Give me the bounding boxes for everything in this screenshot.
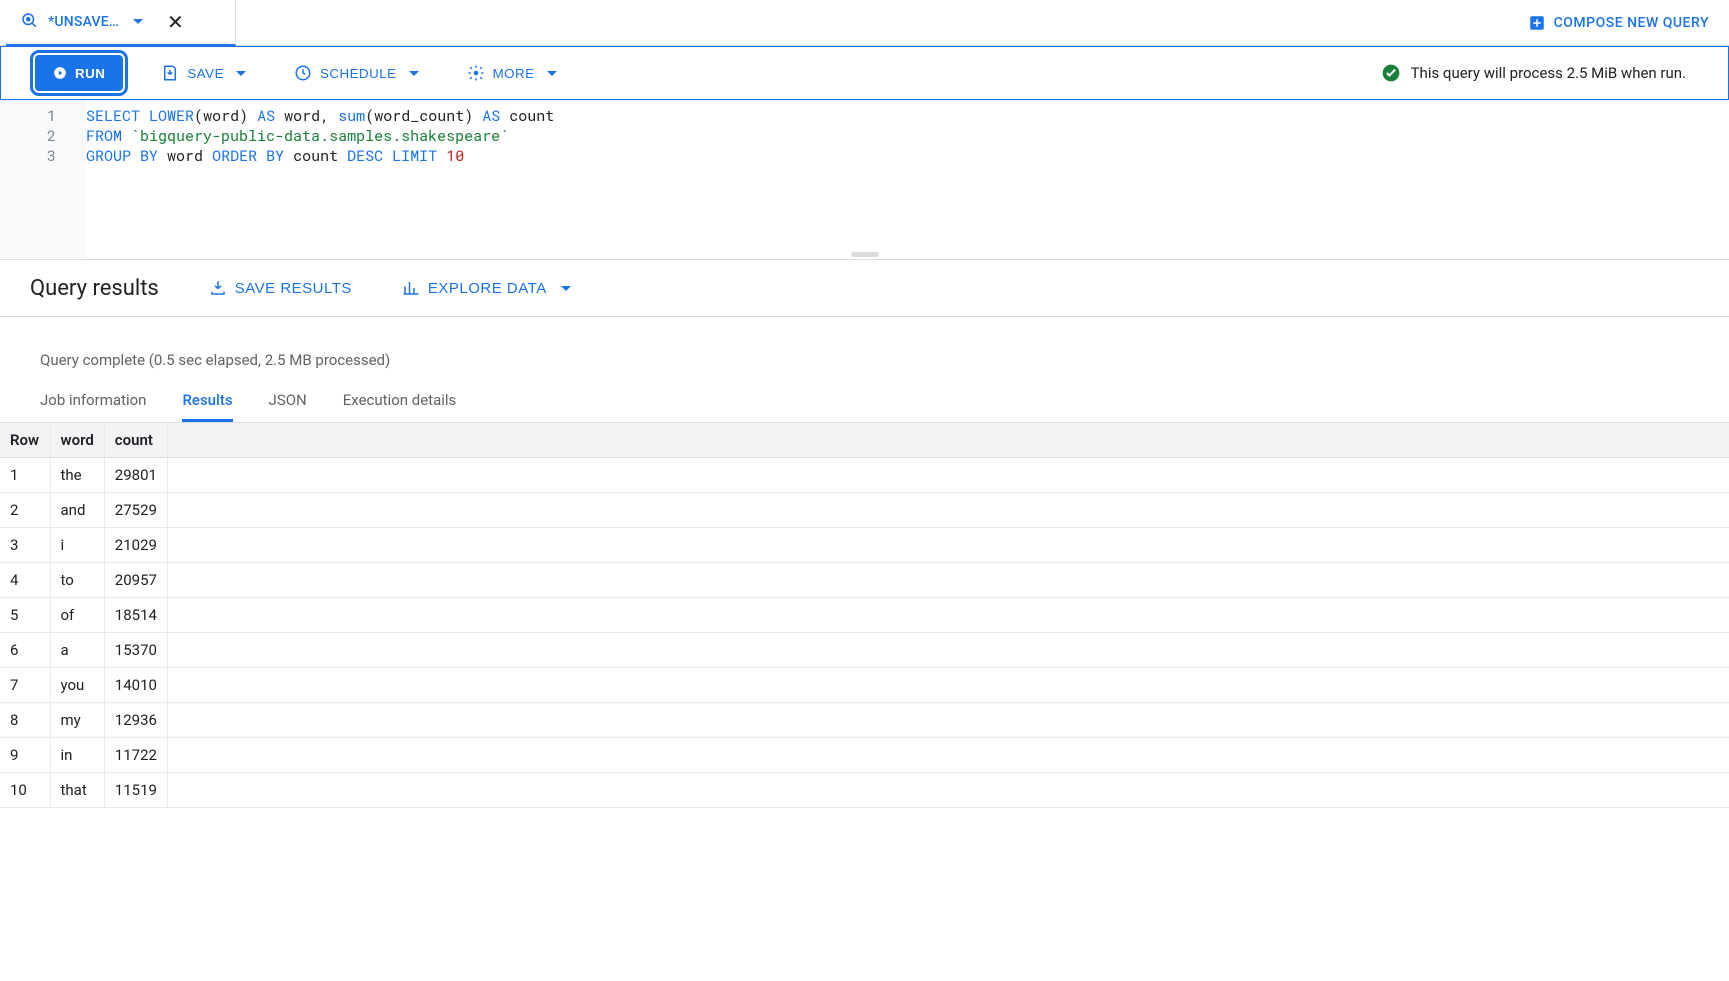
table-row: 5of18514: [0, 598, 1729, 633]
col-count[interactable]: count: [104, 423, 167, 458]
tab-results[interactable]: Results: [182, 381, 232, 422]
table-row: 7you14010: [0, 668, 1729, 703]
query-tab[interactable]: *UNSAVE… ✕: [6, 0, 236, 46]
cell-word: a: [50, 633, 104, 668]
explore-data-label: EXPLORE DATA: [428, 280, 547, 297]
clock-icon: [294, 64, 312, 82]
status-text: This query will process 2.5 MiB when run…: [1411, 64, 1686, 82]
result-tabs: Job information Results JSON Execution d…: [0, 381, 1729, 423]
schedule-button[interactable]: SCHEDULE: [284, 55, 429, 91]
cell-word: you: [50, 668, 104, 703]
table-row: 9in11722: [0, 738, 1729, 773]
table-row: 3i21029: [0, 528, 1729, 563]
cell-count: 21029: [104, 528, 167, 563]
more-label: MORE: [493, 66, 535, 81]
cell-row: 8: [0, 703, 50, 738]
schedule-label: SCHEDULE: [320, 66, 397, 81]
play-icon: [53, 66, 67, 80]
sql-editor[interactable]: 123 SELECT LOWER(word) AS word, sum(word…: [0, 100, 1729, 260]
tab-title: *UNSAVE…: [48, 14, 119, 30]
line-gutter: 123: [0, 100, 86, 259]
cell-word: to: [50, 563, 104, 598]
cell-word: i: [50, 528, 104, 563]
cell-row: 6: [0, 633, 50, 668]
cell-row: 4: [0, 563, 50, 598]
query-cost-status: This query will process 2.5 MiB when run…: [1381, 63, 1694, 83]
check-circle-icon: [1381, 63, 1401, 83]
table-header-row: Row word count: [0, 423, 1729, 458]
col-row[interactable]: Row: [0, 423, 50, 458]
cell-word: and: [50, 493, 104, 528]
query-toolbar: RUN SAVE SCHEDULE MORE This query will p…: [0, 46, 1729, 100]
cell-row: 3: [0, 528, 50, 563]
cell-row: 2: [0, 493, 50, 528]
table-row: 10that11519: [0, 773, 1729, 808]
cell-word: in: [50, 738, 104, 773]
tab-json[interactable]: JSON: [269, 381, 307, 422]
save-icon: [161, 64, 179, 82]
cell-word: that: [50, 773, 104, 808]
table-row: 8my12936: [0, 703, 1729, 738]
download-icon: [209, 279, 227, 297]
code-area[interactable]: SELECT LOWER(word) AS word, sum(word_cou…: [86, 100, 554, 259]
gear-icon: [467, 64, 485, 82]
run-button[interactable]: RUN: [35, 55, 123, 91]
compose-label: COMPOSE NEW QUERY: [1554, 15, 1709, 31]
query-icon: [20, 11, 38, 33]
explore-data-button[interactable]: EXPLORE DATA: [402, 279, 571, 297]
save-results-button[interactable]: SAVE RESULTS: [209, 279, 352, 297]
table-row: 2and27529: [0, 493, 1729, 528]
chart-icon: [402, 279, 420, 297]
plus-icon: [1528, 14, 1546, 32]
cell-count: 12936: [104, 703, 167, 738]
run-label: RUN: [75, 66, 105, 81]
cell-word: my: [50, 703, 104, 738]
cell-row: 9: [0, 738, 50, 773]
compose-query-button[interactable]: COMPOSE NEW QUERY: [1508, 0, 1729, 46]
chevron-down-icon: [236, 71, 246, 76]
chevron-down-icon: [409, 71, 419, 76]
cell-row: 10: [0, 773, 50, 808]
chevron-down-icon: [547, 71, 557, 76]
cell-count: 18514: [104, 598, 167, 633]
cell-row: 5: [0, 598, 50, 633]
table-row: 6a15370: [0, 633, 1729, 668]
cell-row: 7: [0, 668, 50, 703]
more-button[interactable]: MORE: [457, 55, 567, 91]
table-row: 4to20957: [0, 563, 1729, 598]
table-row: 1the29801: [0, 458, 1729, 493]
tab-execution-details[interactable]: Execution details: [343, 381, 457, 422]
cell-count: 14010: [104, 668, 167, 703]
close-icon[interactable]: ✕: [163, 10, 188, 34]
cell-count: 20957: [104, 563, 167, 598]
save-label: SAVE: [187, 66, 224, 81]
results-header: Query results SAVE RESULTS EXPLORE DATA: [0, 260, 1729, 316]
tab-dropdown-icon[interactable]: [133, 19, 143, 24]
col-word[interactable]: word: [50, 423, 104, 458]
tab-job-information[interactable]: Job information: [40, 381, 146, 422]
tab-bar: *UNSAVE… ✕ COMPOSE NEW QUERY: [0, 0, 1729, 46]
results-table: Row word count 1the298012and275293i21029…: [0, 423, 1729, 808]
save-button[interactable]: SAVE: [151, 55, 256, 91]
cell-row: 1: [0, 458, 50, 493]
cell-count: 11519: [104, 773, 167, 808]
results-title: Query results: [30, 276, 159, 301]
cell-count: 15370: [104, 633, 167, 668]
cell-count: 27529: [104, 493, 167, 528]
cell-count: 11722: [104, 738, 167, 773]
save-results-label: SAVE RESULTS: [235, 280, 352, 297]
cell-count: 29801: [104, 458, 167, 493]
chevron-down-icon: [561, 286, 571, 291]
resize-handle[interactable]: [851, 252, 879, 257]
col-spacer: [167, 423, 1729, 458]
query-complete-status: Query complete (0.5 sec elapsed, 2.5 MB …: [0, 317, 1729, 381]
cell-word: of: [50, 598, 104, 633]
cell-word: the: [50, 458, 104, 493]
